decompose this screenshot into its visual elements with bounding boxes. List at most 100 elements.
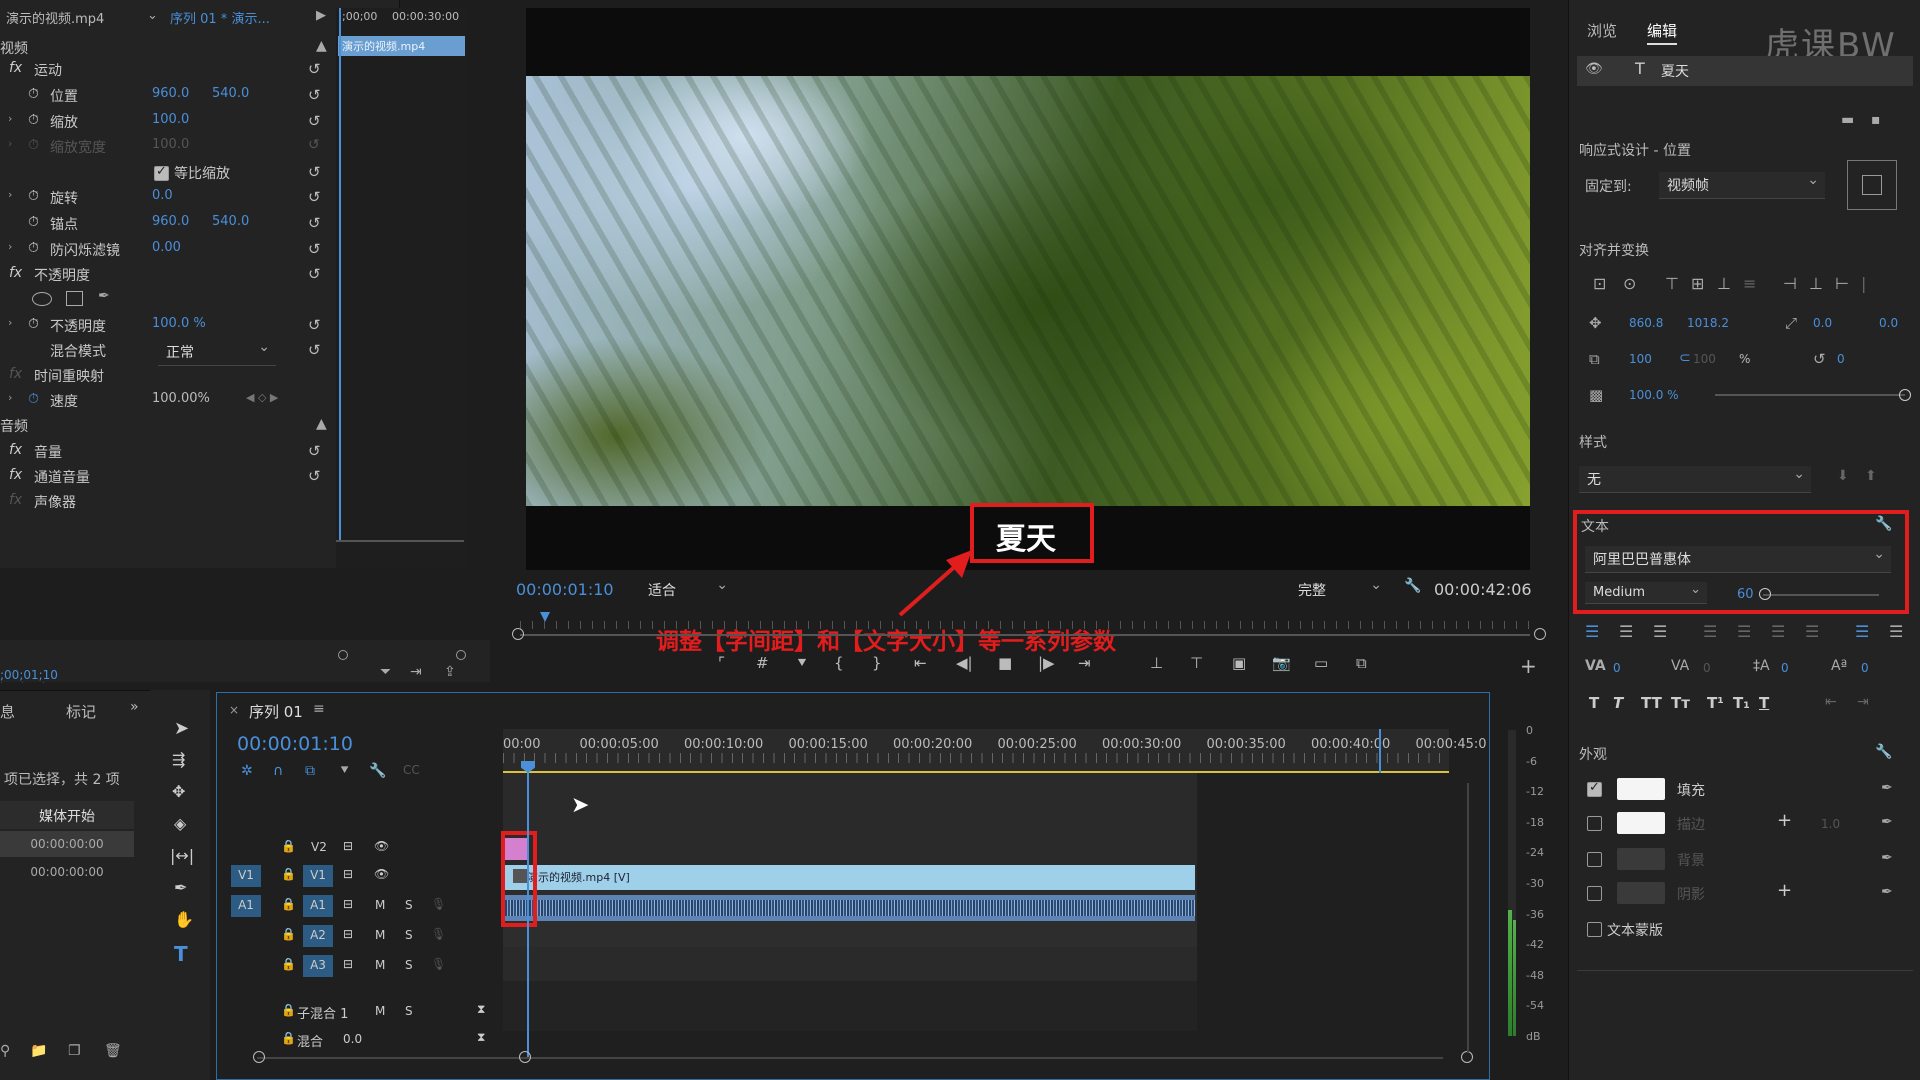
track-header-v2[interactable]: 🔒 V2 ⊟ 👁 [217,835,501,859]
bottom-align-text-icon[interactable]: ☰ [1889,622,1903,641]
underline-button[interactable]: T [1759,694,1769,712]
magnet-icon[interactable]: ∩ [273,763,283,779]
eyedropper-icon[interactable]: ✒ [1881,884,1893,900]
expand-arrow-icon[interactable]: › [8,137,12,150]
flicker-value[interactable]: 0.00 [152,240,181,255]
razor-tool-icon[interactable]: ◈ [174,814,186,833]
scale-value[interactable]: 100.0 [152,112,189,127]
wrench-icon[interactable]: 🔧 [369,763,386,779]
reset-icon[interactable]: ↺ [308,265,321,283]
track-header-a1[interactable]: A1 🔒 A1 ⊟ M S 🎙 [217,893,501,919]
new-bin-icon[interactable]: 📁 [30,1043,47,1059]
eg-position-x[interactable]: 860.8 [1629,316,1663,330]
align-text-center-icon[interactable]: ☰ [1619,622,1633,641]
monitor-zoom-bar[interactable] [520,634,1530,636]
eye-icon[interactable]: 👁 [374,839,389,853]
timeline-playhead[interactable] [527,763,529,1059]
close-icon[interactable]: × [229,703,239,717]
pin-to-select[interactable]: 视频帧 [1659,172,1825,199]
keyframe-nav-icon[interactable]: ◀ ◇ ▶ [246,391,278,404]
mini-playhead[interactable] [339,8,341,540]
anchor-x[interactable]: 960.0 [152,214,189,229]
zoom-handle-icon[interactable] [512,628,524,640]
safe-margins-icon[interactable]: # [756,654,769,672]
mini-timeline[interactable]: ;00;00 00:00:30:00 演示的视频.mp4 [336,8,468,568]
ripple-edit-tool-icon[interactable]: ✥ [172,782,185,801]
tab-info[interactable]: 息 [0,701,15,722]
play-only-audio-icon[interactable]: ⇥ [410,664,422,680]
media-start-column[interactable]: 媒体开始 [39,809,95,825]
lift-icon[interactable]: ⊥ [1150,654,1163,672]
source-clip-tab[interactable]: 演示的视频.mp4 [6,8,136,27]
toggle-proxies-icon[interactable]: ⧉ [1356,654,1367,672]
mark-in-icon[interactable]: { [834,654,844,672]
new-layer-icon[interactable]: ▬ [1841,112,1854,128]
mic-icon[interactable]: 🎙 [431,897,446,911]
link-icon[interactable]: ⊂ [1679,350,1691,366]
reset-icon[interactable]: ↺ [308,467,321,485]
tab-browse[interactable]: 浏览 [1587,20,1617,41]
track-header-a3[interactable]: 🔒 A3 ⊟ M S 🎙 [217,953,501,979]
add-marker-icon[interactable]: ⌜ [718,654,725,672]
expand-arrow-icon[interactable]: › [8,112,12,125]
align-top-icon[interactable]: ⊤ [1665,274,1679,293]
slider-handle-icon[interactable] [1899,389,1911,401]
expand-arrow-icon[interactable]: › [8,240,12,253]
timeline-timecode[interactable]: 00:00:01:10 [237,733,353,755]
fx-icon[interactable]: fx [9,60,22,76]
subscript-button[interactable]: T₁ [1733,694,1750,712]
fill-swatch[interactable] [1617,778,1665,800]
hand-tool-icon[interactable]: ✋ [174,910,194,929]
justify-left-icon[interactable]: ☰ [1703,622,1717,641]
lock-icon[interactable]: 🔒 [281,1031,296,1045]
fx-icon[interactable]: fx [9,442,22,458]
stopwatch-icon[interactable]: ⏱ [28,188,39,204]
sequence-clip-tab[interactable]: 序列 01 * 演示... [170,8,300,27]
baseline-value[interactable]: 0 [1861,661,1869,675]
push-style-icon[interactable]: ⬇ [1837,468,1849,484]
source-a1-label[interactable]: A1 [231,895,261,917]
track-header-mix[interactable]: 🔒 混合 0.0 ⧗ [217,1027,501,1051]
solo-button[interactable]: S [405,898,413,912]
superscript-button[interactable]: T¹ [1707,694,1724,712]
align-left-icon[interactable]: ⊣ [1783,274,1797,293]
solo-button[interactable]: S [405,958,413,972]
chevron-down-icon[interactable]: ⌄ [147,8,158,23]
expand-arrow-icon[interactable]: › [8,188,12,201]
reset-icon[interactable]: ↺ [308,341,321,359]
reset-icon[interactable]: ↺ [308,316,321,334]
small-caps-button[interactable]: Tт [1671,694,1690,712]
reset-icon[interactable]: ↺ [308,214,321,232]
eyedropper-icon[interactable]: ✒ [1881,780,1893,796]
eg-anchor-x[interactable]: 0.0 [1813,316,1832,330]
font-size-value[interactable]: 60 [1737,587,1754,602]
mini-clip[interactable]: 演示的视频.mp4 [338,36,465,56]
stopwatch-icon[interactable]: ⏱ [28,112,39,128]
sync-lock-icon[interactable]: ⊟ [343,957,353,971]
mute-button[interactable]: M [375,928,385,942]
mic-icon[interactable]: 🎙 [431,957,446,971]
type-tool-icon[interactable]: T [174,942,188,966]
sync-lock-icon[interactable]: ⊟ [343,839,353,853]
camera-icon[interactable]: 📷 [1272,654,1291,672]
go-to-out-icon[interactable]: ⇥ [1078,654,1091,672]
opacity-slider[interactable] [1715,394,1905,396]
play-arrow-icon[interactable]: ▶ [316,8,326,23]
stopwatch-icon[interactable]: ⏱ [28,316,39,332]
justify-all-icon[interactable]: ☰ [1805,622,1819,641]
caption-text[interactable]: 夏天 [996,514,1056,558]
collapse-icon[interactable]: ▲ [316,416,327,432]
lock-icon[interactable]: 🔒 [281,867,296,881]
align-vertical-center-icon[interactable]: ⊡ [1593,274,1606,293]
align-horizontal-center-icon[interactable]: ⊙ [1623,274,1636,293]
reset-icon[interactable]: ↺ [308,163,321,181]
end-icon[interactable]: ⧗ [477,1030,485,1045]
selection-tool-icon[interactable]: ➤ [174,718,189,739]
stop-icon[interactable]: ■ [998,654,1012,672]
align-right-icon[interactable]: ⊢ [1835,274,1849,293]
stopwatch-icon[interactable]: ⏱ [28,214,39,230]
settings-wrench-icon[interactable]: 🔧 [1404,578,1421,594]
tab-markers[interactable]: 标记 [66,701,96,722]
snap-icon[interactable]: ✲ [241,763,253,779]
new-layer-menu-icon[interactable]: ▪ [1871,112,1881,128]
